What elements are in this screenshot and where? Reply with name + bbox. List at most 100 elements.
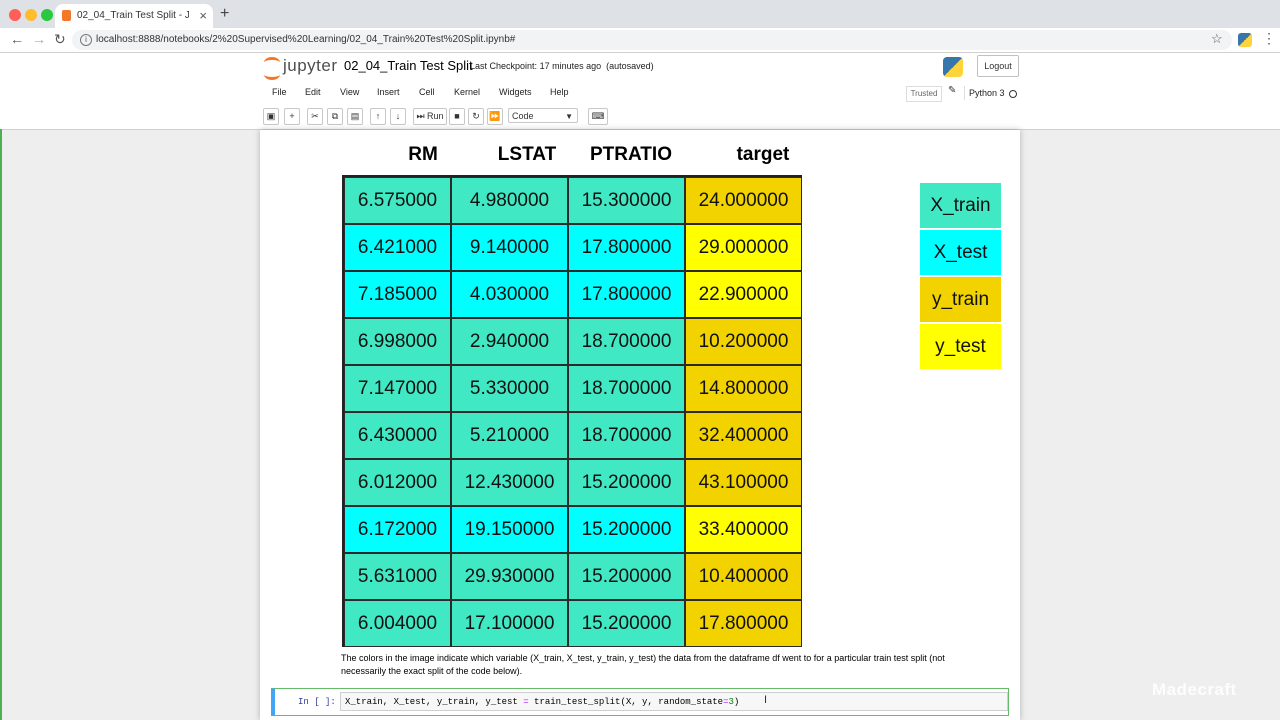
table-cell: 4.030000	[451, 271, 568, 318]
browser-toolbar: ← → ↻ i localhost:8888/notebooks/2%20Sup…	[0, 28, 1280, 53]
table-cell: 6.172000	[344, 506, 451, 553]
cell-type-select[interactable]: Code ▼	[508, 108, 578, 123]
code-text: )	[733, 697, 740, 707]
interrupt-icon[interactable]: ■	[449, 108, 465, 125]
insert-cell-icon[interactable]: +	[284, 108, 300, 125]
legend-item: y_test	[920, 324, 1001, 370]
text-cursor-icon: I	[764, 694, 768, 706]
browser-chrome: 02_04_Train Test Split - Jupyter × + ← →…	[0, 0, 1280, 53]
autosaved-label: (autosaved)	[606, 61, 654, 71]
table-cell: 24.000000	[685, 177, 802, 224]
table-cell: 43.100000	[685, 459, 802, 506]
jupyter-logo-icon[interactable]	[262, 57, 284, 80]
left-edge-marker	[0, 129, 2, 720]
trusted-badge[interactable]: Trusted	[906, 86, 942, 102]
jupyter-header: jupyter 02_04_Train Test Split Last Chec…	[0, 53, 1280, 130]
table-cell: 5.631000	[344, 553, 451, 600]
edit-pencil-icon[interactable]: ✎	[948, 85, 956, 96]
table-cell: 17.800000	[568, 271, 685, 318]
paste-icon[interactable]: ▤	[347, 108, 363, 125]
table-cell: 7.185000	[344, 271, 451, 318]
restart-icon[interactable]: ↻	[468, 108, 484, 125]
legend-item: X_train	[920, 183, 1001, 229]
table-cell: 6.430000	[344, 412, 451, 459]
forward-icon[interactable]: →	[32, 31, 46, 47]
menu-cell[interactable]: Cell	[419, 87, 435, 97]
table-cell: 10.200000	[685, 318, 802, 365]
python-extension-icon[interactable]	[1238, 33, 1252, 47]
command-palette-icon[interactable]: ⌨	[588, 108, 608, 125]
table-cell: 6.998000	[344, 318, 451, 365]
code-line: X_train, X_test, y_train, y_test = train…	[345, 697, 739, 707]
menu-edit[interactable]: Edit	[305, 87, 321, 97]
close-tab-icon[interactable]: ×	[199, 8, 207, 23]
run-label: Run	[427, 111, 444, 121]
table-cell: 15.200000	[568, 506, 685, 553]
legend-item: X_test	[920, 230, 1001, 276]
close-window-button[interactable]	[9, 9, 21, 21]
table-cell: 29.930000	[451, 553, 568, 600]
menu-insert[interactable]: Insert	[377, 87, 400, 97]
browser-menu-icon[interactable]: ⋮	[1262, 30, 1276, 47]
table-cell: 15.200000	[568, 459, 685, 506]
code-text: X_train, X_test, y_train, y_test	[345, 697, 524, 707]
new-tab-button[interactable]: +	[220, 5, 229, 23]
table-cell: 6.012000	[344, 459, 451, 506]
table-cell: 9.140000	[451, 224, 568, 271]
info-icon[interactable]: i	[80, 34, 92, 46]
column-header: target	[736, 144, 790, 165]
checkpoint-label: Last Checkpoint:	[470, 61, 538, 71]
cut-icon[interactable]: ✂	[307, 108, 323, 125]
move-up-icon[interactable]: ↑	[370, 108, 386, 125]
table-cell: 17.800000	[685, 600, 802, 647]
column-header: PTRATIO	[590, 144, 672, 165]
notebook-name[interactable]: 02_04_Train Test Split	[344, 58, 473, 73]
table-cell: 18.700000	[568, 412, 685, 459]
restart-run-all-icon[interactable]: ⏩	[487, 108, 503, 125]
menu-kernel[interactable]: Kernel	[454, 87, 480, 97]
python-logo-icon	[943, 57, 963, 77]
checkpoint-time: 17 minutes ago	[539, 61, 602, 71]
column-header: RM	[408, 144, 438, 165]
code-editor[interactable]: X_train, X_test, y_train, y_test = train…	[340, 692, 1008, 711]
move-down-icon[interactable]: ↓	[390, 108, 406, 125]
table-cell: 6.004000	[344, 600, 451, 647]
address-bar[interactable]: i localhost:8888/notebooks/2%20Supervise…	[72, 30, 1232, 50]
jupyter-brand[interactable]: jupyter	[283, 56, 338, 76]
reload-icon[interactable]: ↻	[54, 31, 66, 48]
save-icon[interactable]: ▣	[263, 108, 279, 125]
table-cell: 17.800000	[568, 224, 685, 271]
table-cell: 12.430000	[451, 459, 568, 506]
menu-help[interactable]: Help	[550, 87, 569, 97]
menu-widgets[interactable]: Widgets	[499, 87, 532, 97]
table-cell: 32.400000	[685, 412, 802, 459]
minimize-window-button[interactable]	[25, 9, 37, 21]
logout-button[interactable]: Logout	[977, 55, 1019, 77]
table-cell: 7.147000	[344, 365, 451, 412]
table-cell: 2.940000	[451, 318, 568, 365]
table-cell: 19.150000	[451, 506, 568, 553]
colored-split-table: 6.575000 4.980000 15.300000 24.000000 6.4210…	[342, 175, 802, 647]
copy-icon[interactable]: ⧉	[327, 108, 343, 125]
bookmark-star-icon[interactable]: ☆	[1211, 31, 1223, 47]
maximize-window-button[interactable]	[41, 9, 53, 21]
kernel-indicator: Python 3	[964, 86, 1025, 100]
markdown-description: The colors in the image indicate which v…	[341, 653, 945, 676]
browser-tab[interactable]: 02_04_Train Test Split - Jupyter ×	[55, 4, 213, 28]
table-cell: 10.400000	[685, 553, 802, 600]
chevron-down-icon: ▼	[565, 112, 573, 121]
table-cell: 18.700000	[568, 365, 685, 412]
url-text: localhost:8888/notebooks/2%20Supervised%…	[96, 34, 516, 45]
table-cell: 33.400000	[685, 506, 802, 553]
run-button[interactable]: ⏭ Run	[413, 108, 447, 125]
back-icon[interactable]: ←	[10, 31, 24, 47]
table-cell: 15.200000	[568, 553, 685, 600]
table-cell: 15.200000	[568, 600, 685, 647]
menu-file[interactable]: File	[272, 87, 287, 97]
table-cell: 6.421000	[344, 224, 451, 271]
kernel-idle-icon	[1008, 89, 1017, 98]
table-cell: 5.210000	[451, 412, 568, 459]
menu-view[interactable]: View	[340, 87, 359, 97]
notebook-page: RM LSTAT PTRATIO target 6.575000 4.980000 15.…	[260, 130, 1020, 720]
code-cell[interactable]: In [ ]: X_train, X_test, y_train, y_test…	[271, 688, 1009, 716]
